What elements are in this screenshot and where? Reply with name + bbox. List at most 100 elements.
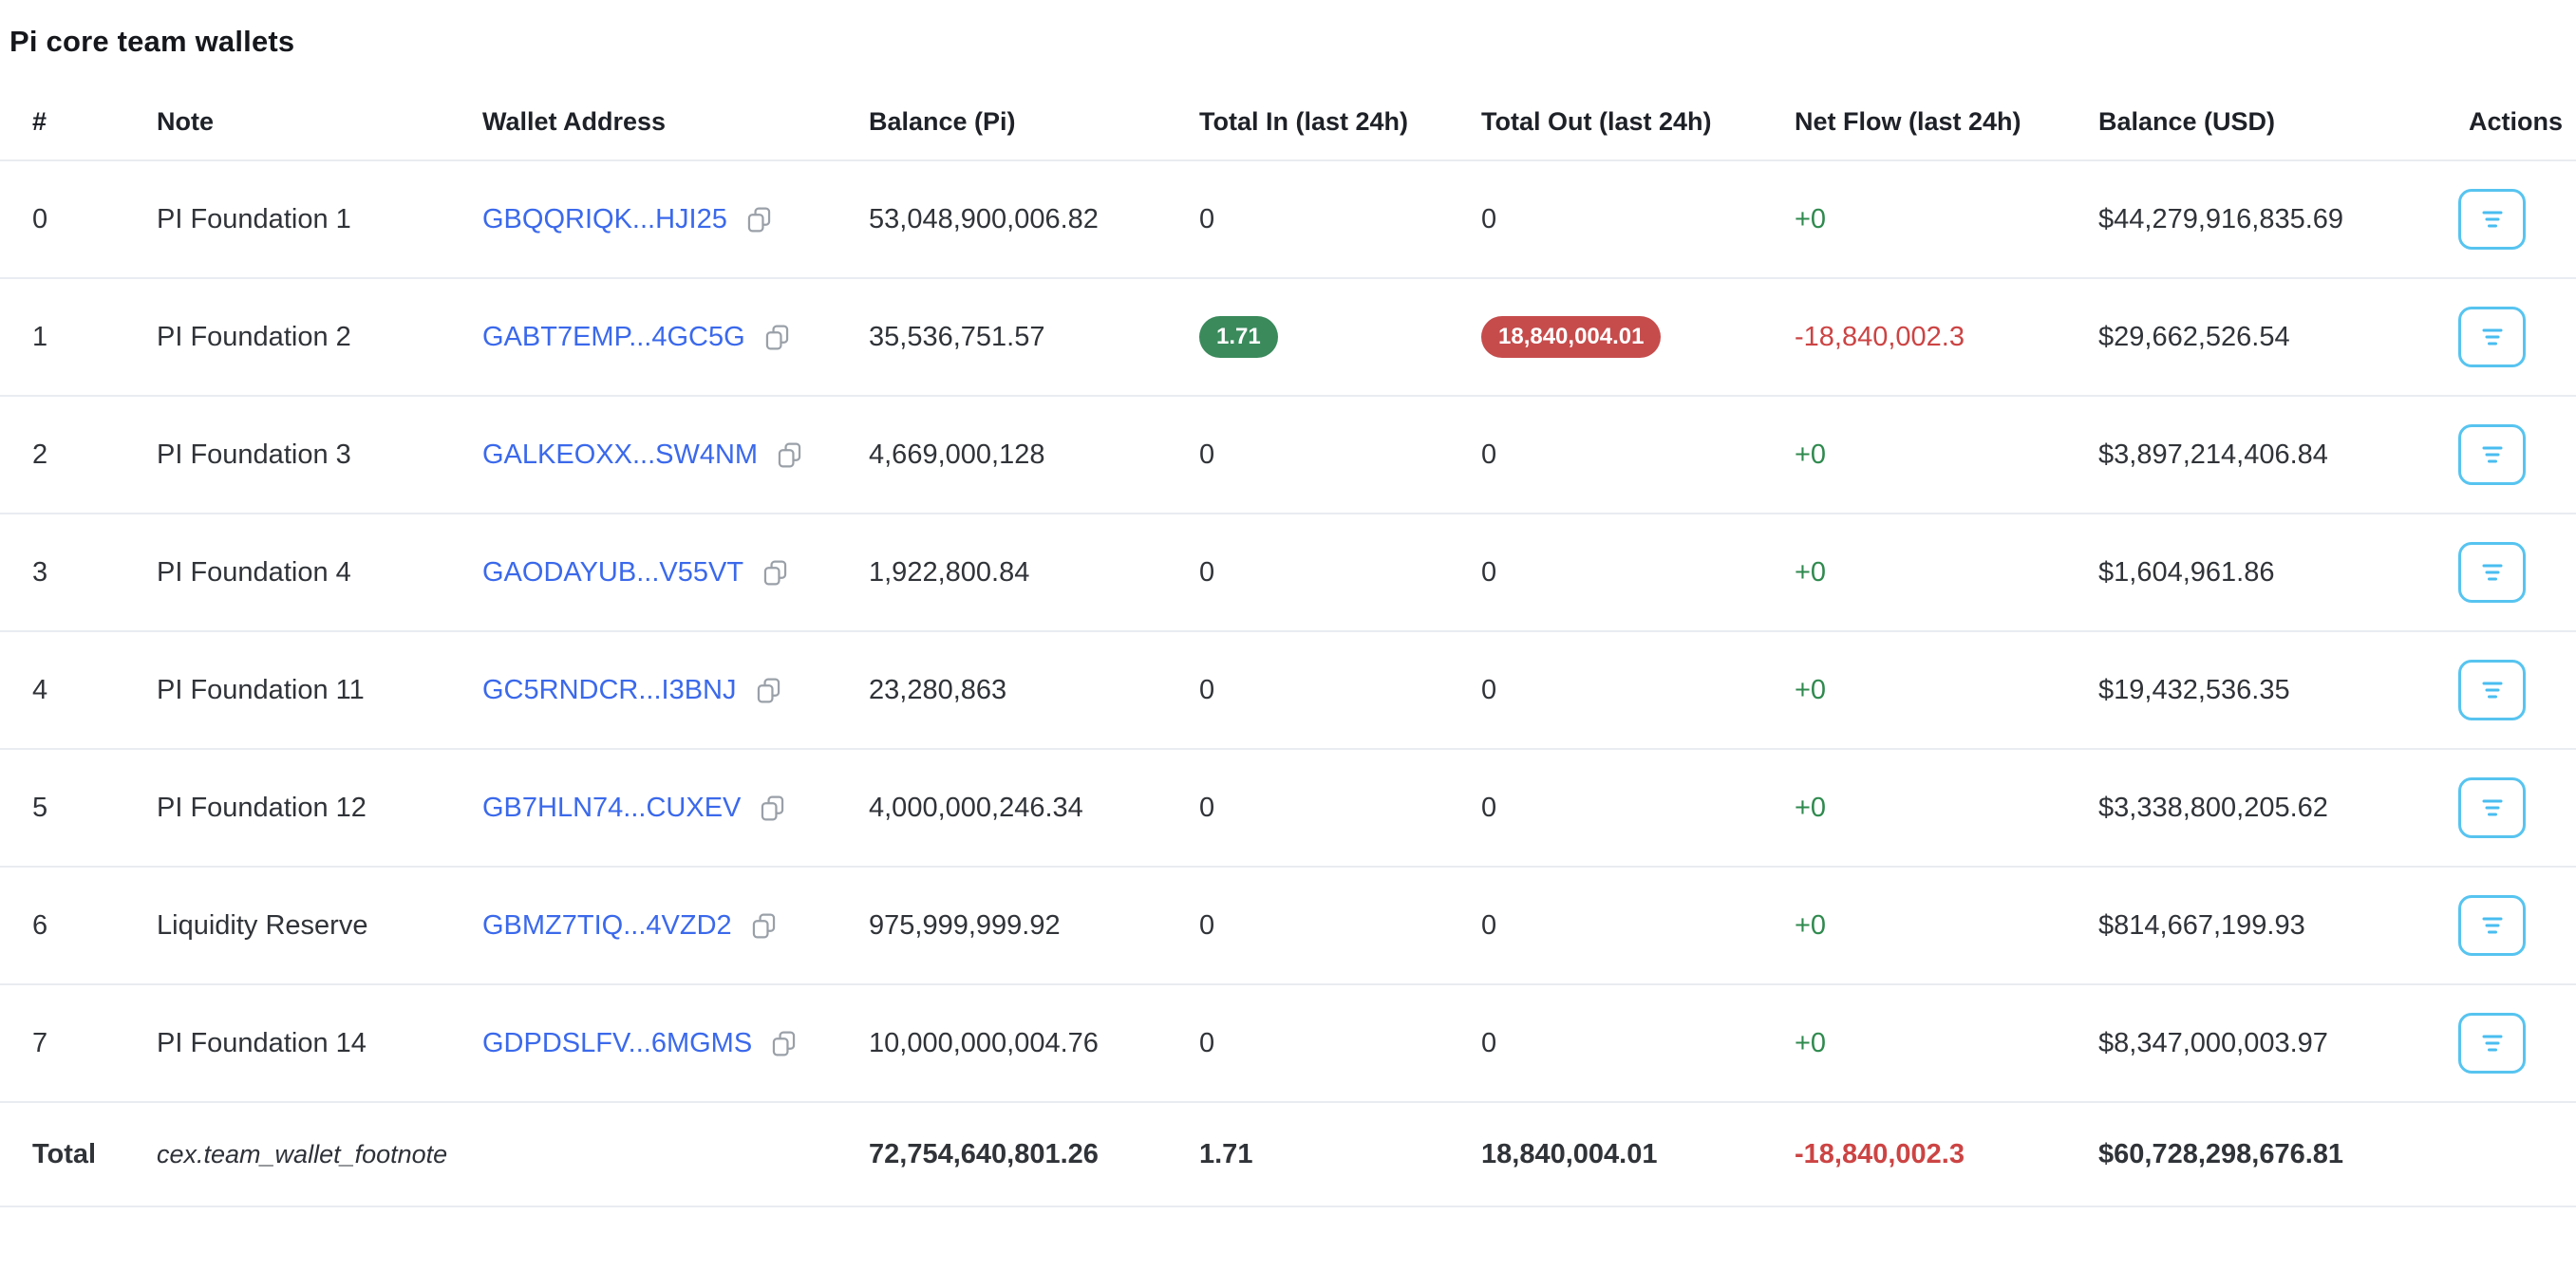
copy-icon[interactable] (751, 912, 777, 940)
cell-wallet-note: PI Foundation 3 (157, 396, 482, 514)
total-in-value: 1.71 (1199, 316, 1278, 358)
balance-pi-value: 4,000,000,246.34 (869, 793, 1083, 823)
cell-total-in: 0 (1199, 631, 1481, 749)
copy-icon[interactable] (756, 677, 781, 704)
total-out-value: 0 (1481, 1028, 1496, 1058)
col-header-note: Note (157, 84, 482, 160)
cell-total-out: 0 (1481, 514, 1795, 631)
wallet-address-link[interactable]: GB7HLN74...CUXEV (482, 793, 741, 823)
row-index: 2 (32, 439, 47, 470)
total-out-value: 0 (1481, 557, 1496, 588)
cell-row-index: 3 (0, 514, 157, 631)
wallet-note: PI Foundation 1 (157, 204, 351, 234)
row-actions-button[interactable] (2458, 660, 2526, 720)
total-footnote: cex.team_wallet_footnote (157, 1140, 447, 1168)
row-actions-button[interactable] (2458, 895, 2526, 956)
cell-balance-pi: 23,280,863 (869, 631, 1199, 749)
cell-net-flow: +0 (1795, 160, 2098, 278)
table-row: 6 Liquidity Reserve GBMZ7TIQ...4VZD2 975… (0, 867, 2576, 984)
row-actions-button[interactable] (2458, 307, 2526, 367)
balance-pi-value: 23,280,863 (869, 675, 1006, 705)
total-out-value: 18,840,004.01 (1481, 316, 1661, 358)
cell-total-in: 0 (1199, 160, 1481, 278)
cell-total-out: 0 (1481, 867, 1795, 984)
cell-wallet-note: Liquidity Reserve (157, 867, 482, 984)
wallet-address-link[interactable]: GDPDSLFV...6MGMS (482, 1028, 752, 1058)
table-row: 3 PI Foundation 4 GAODAYUB...V55VT 1,922… (0, 514, 2576, 631)
cell-balance-pi: 53,048,900,006.82 (869, 160, 1199, 278)
cell-total-in: 0 (1199, 749, 1481, 867)
col-header-actions: Actions (2450, 84, 2576, 160)
col-header-balance-pi: Balance (Pi) (869, 84, 1199, 160)
net-flow-value: +0 (1795, 1028, 1826, 1058)
balance-pi-value: 975,999,999.92 (869, 910, 1061, 941)
row-actions-button[interactable] (2458, 189, 2526, 250)
table-header-row: # Note Wallet Address Balance (Pi) Total… (0, 84, 2576, 160)
col-header-total-in: Total In (last 24h) (1199, 84, 1481, 160)
cell-total-out: 0 (1481, 160, 1795, 278)
filter-lines-icon (2481, 209, 2504, 230)
row-actions-button[interactable] (2458, 1013, 2526, 1074)
table-row: 7 PI Foundation 14 GDPDSLFV...6MGMS 10,0… (0, 984, 2576, 1102)
wallet-table-body: 0 PI Foundation 1 GBQQRIQK...HJI25 53,04… (0, 160, 2576, 1102)
cell-wallet-note: PI Foundation 11 (157, 631, 482, 749)
wallet-address-link[interactable]: GBQQRIQK...HJI25 (482, 204, 727, 234)
wallet-address-link[interactable]: GALKEOXX...SW4NM (482, 439, 758, 470)
wallet-table: # Note Wallet Address Balance (Pi) Total… (0, 84, 2576, 1207)
wallet-address-link[interactable]: GABT7EMP...4GC5G (482, 322, 745, 352)
total-out-value: 0 (1481, 204, 1496, 234)
cell-actions (2450, 160, 2576, 278)
cell-wallet-note: PI Foundation 2 (157, 278, 482, 396)
cell-balance-usd: $814,667,199.93 (2098, 867, 2450, 984)
row-index: 6 (32, 910, 47, 941)
cell-total-label: Total (0, 1102, 157, 1206)
wallet-address-link[interactable]: GAODAYUB...V55VT (482, 557, 743, 588)
total-in-value: 0 (1199, 439, 1214, 470)
cell-total-out: 18,840,004.01 (1481, 278, 1795, 396)
row-index: 0 (32, 204, 47, 234)
wallet-note: PI Foundation 12 (157, 793, 367, 823)
table-row: 5 PI Foundation 12 GB7HLN74...CUXEV 4,00… (0, 749, 2576, 867)
total-in-value: 0 (1199, 793, 1214, 823)
cell-balance-usd: $19,432,536.35 (2098, 631, 2450, 749)
wallet-address-link[interactable]: GC5RNDCR...I3BNJ (482, 675, 737, 705)
cell-balance-usd: $8,347,000,003.97 (2098, 984, 2450, 1102)
total-out-value: 0 (1481, 910, 1496, 941)
filter-lines-icon (2481, 562, 2504, 583)
row-actions-button[interactable] (2458, 424, 2526, 485)
col-header-balance-usd: Balance (USD) (2098, 84, 2450, 160)
copy-icon[interactable] (771, 1030, 797, 1057)
cell-actions (2450, 396, 2576, 514)
filter-lines-icon (2481, 915, 2504, 936)
balance-pi-value: 10,000,000,004.76 (869, 1028, 1099, 1058)
col-header-total-out: Total Out (last 24h) (1481, 84, 1795, 160)
row-index: 5 (32, 793, 47, 823)
cell-total-out: 18,840,004.01 (1481, 1102, 1795, 1206)
cell-balance-usd: $3,338,800,205.62 (2098, 749, 2450, 867)
cell-wallet-address: GDPDSLFV...6MGMS (482, 984, 869, 1102)
row-actions-button[interactable] (2458, 777, 2526, 838)
copy-icon[interactable] (760, 794, 785, 822)
filter-lines-icon (2481, 1033, 2504, 1054)
balance-pi-value: 1,922,800.84 (869, 557, 1029, 588)
copy-icon[interactable] (764, 324, 790, 351)
cell-balance-pi: 4,000,000,246.34 (869, 749, 1199, 867)
cell-row-index: 4 (0, 631, 157, 749)
cell-total-balance-usd: $60,728,298,676.81 (2098, 1102, 2450, 1206)
cell-total-in: 0 (1199, 867, 1481, 984)
balance-usd-value: $8,347,000,003.97 (2098, 1028, 2328, 1058)
total-in-value: 0 (1199, 1028, 1214, 1058)
total-balance-usd-value: $60,728,298,676.81 (2098, 1139, 2343, 1169)
row-actions-button[interactable] (2458, 542, 2526, 603)
balance-usd-value: $44,279,916,835.69 (2098, 204, 2343, 234)
copy-icon[interactable] (777, 441, 802, 469)
filter-lines-icon (2481, 327, 2504, 347)
copy-icon[interactable] (762, 559, 788, 587)
cell-wallet-address: GALKEOXX...SW4NM (482, 396, 869, 514)
cell-row-index: 6 (0, 867, 157, 984)
copy-icon[interactable] (746, 206, 772, 234)
cell-wallet-address: GBMZ7TIQ...4VZD2 (482, 867, 869, 984)
wallet-address-link[interactable]: GBMZ7TIQ...4VZD2 (482, 910, 732, 941)
balance-usd-value: $19,432,536.35 (2098, 675, 2290, 705)
wallet-note: PI Foundation 2 (157, 322, 351, 352)
